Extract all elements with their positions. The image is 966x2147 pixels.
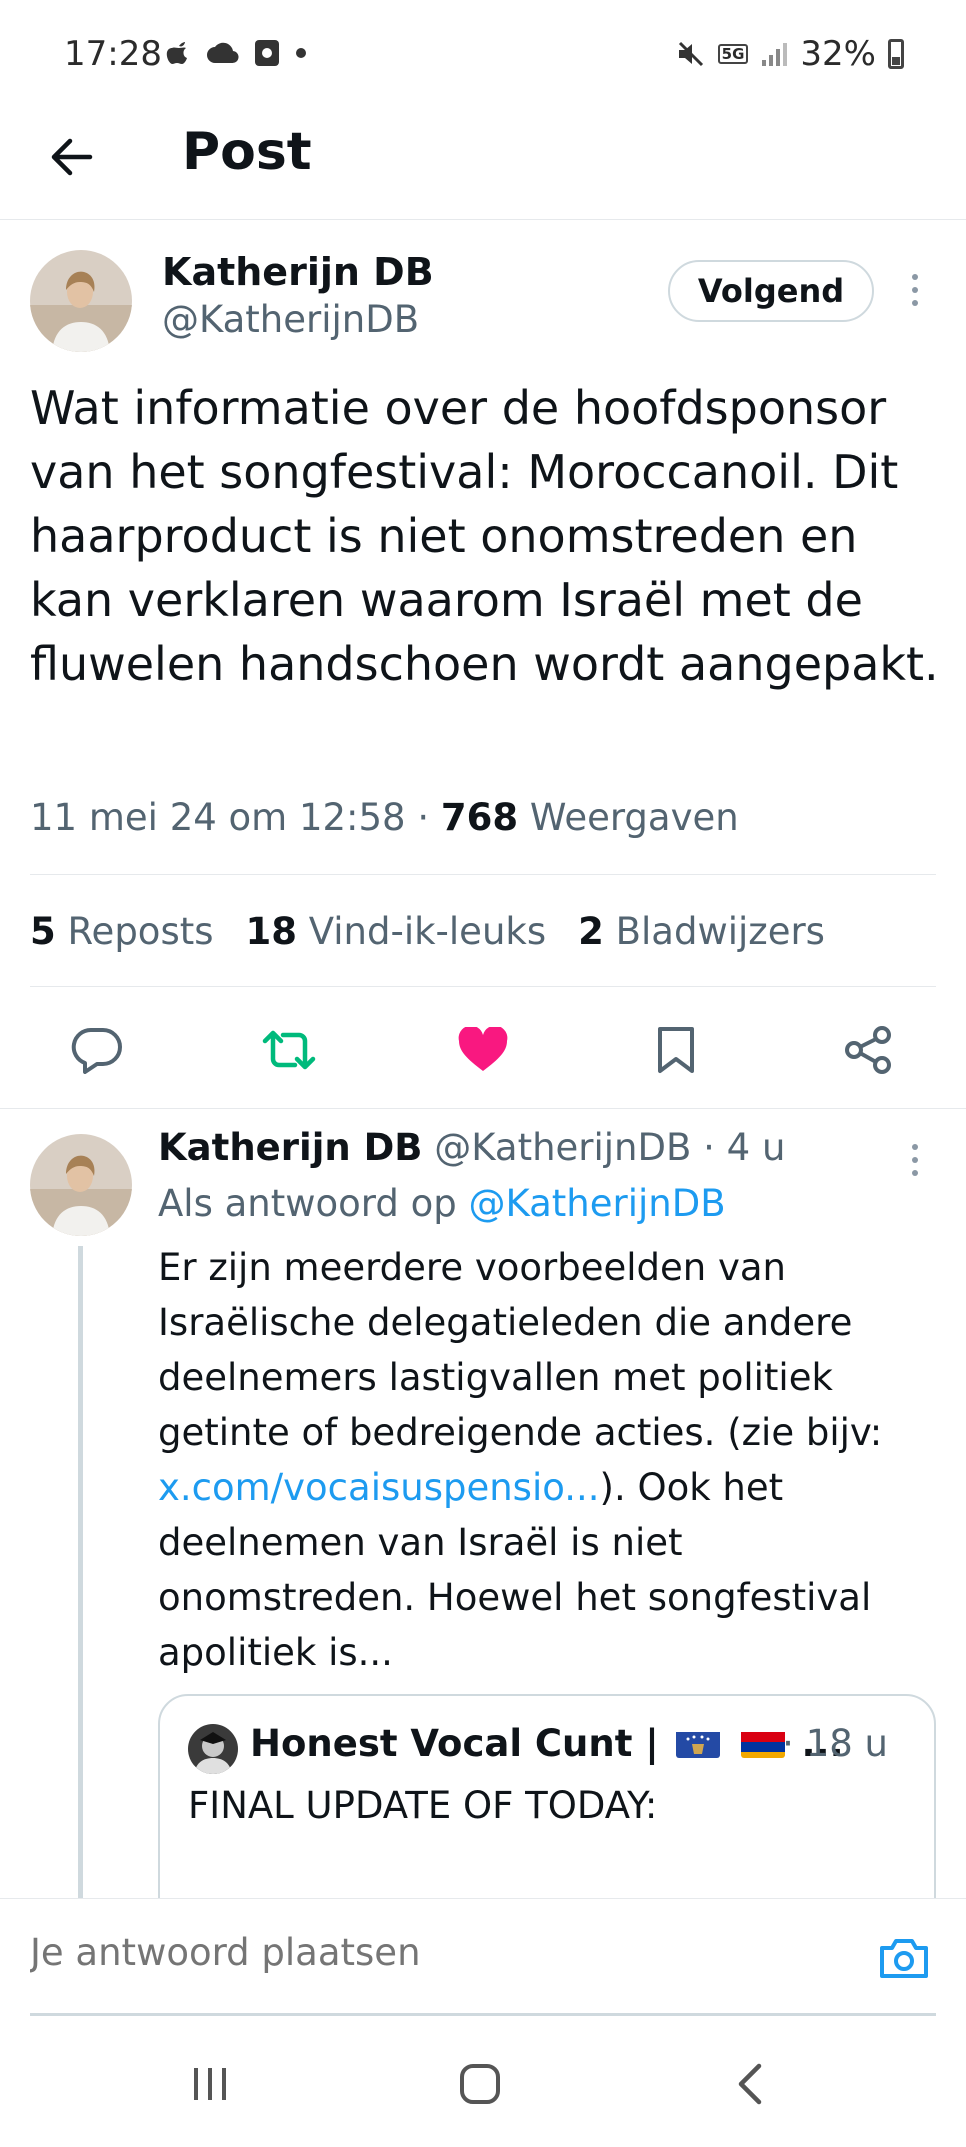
back-icon	[738, 2063, 762, 2105]
more-vertical-icon	[912, 1144, 918, 1150]
camera-button[interactable]	[876, 1933, 932, 1983]
like-icon	[458, 1027, 508, 1071]
cloud-icon	[207, 42, 239, 64]
input-underline	[30, 2013, 936, 2016]
avatar-image	[30, 250, 132, 352]
system-back-button[interactable]	[710, 2054, 790, 2114]
post-timestamp[interactable]: 11 mei 24 om 12:58	[30, 796, 406, 839]
author-handle[interactable]: @KatherijnDB	[162, 298, 419, 341]
more-dot	[912, 1170, 918, 1176]
back-button[interactable]	[38, 124, 104, 190]
action-bar	[0, 1010, 966, 1090]
kosovo-flag-icon	[675, 1728, 720, 1758]
more-vertical-icon	[912, 274, 918, 280]
signal-icon	[762, 43, 788, 66]
replying-to: Als antwoord op @KatherijnDB	[158, 1182, 726, 1225]
replying-to-label: Als antwoord op	[158, 1182, 457, 1225]
likes-label: Vind-ik-leuks	[308, 910, 547, 953]
quote-author: Honest Vocal Cunt | ...	[250, 1722, 844, 1765]
status-time: 17:28	[64, 34, 162, 74]
post-text: Wat informatie over de hoofdsponsor van …	[30, 381, 939, 691]
system-navigation-bar	[0, 2018, 966, 2147]
thread-line	[78, 1246, 83, 1898]
reply-icon	[71, 1027, 122, 1074]
home-button[interactable]	[440, 2054, 520, 2114]
section-divider	[0, 1108, 966, 1109]
recents-icon	[194, 2068, 226, 2100]
views-count: 768	[440, 796, 519, 839]
recents-button[interactable]	[170, 2054, 250, 2114]
repost-button[interactable]	[254, 1010, 324, 1090]
reply-author-name[interactable]: Katherijn DB	[158, 1126, 423, 1169]
likes-count: 18	[245, 910, 298, 953]
quote-time: · 18 u	[782, 1722, 888, 1765]
engagement-stats: 5 Reposts 18 Vind-ik-leuks 2 Bladwijzers	[30, 910, 825, 953]
reply-button[interactable]	[62, 1010, 132, 1090]
share-button[interactable]	[834, 1010, 904, 1090]
repost-icon	[262, 1030, 316, 1070]
arrow-left-icon	[51, 138, 93, 176]
quote-avatar	[188, 1724, 238, 1774]
network-type: 5G	[717, 44, 749, 64]
battery-icon	[888, 39, 904, 69]
quote-text: FINAL UPDATE OF TODAY:	[188, 1784, 658, 1827]
views-label: Weergaven	[529, 796, 739, 839]
armenia-flag-icon	[740, 1728, 785, 1758]
quote-author-name: Honest Vocal Cunt |	[250, 1722, 659, 1765]
divider	[30, 986, 936, 987]
replying-to-handle[interactable]: @KatherijnDB	[469, 1182, 726, 1225]
system-status: 5G 32%	[676, 34, 904, 74]
more-dot	[912, 287, 918, 293]
reply-link[interactable]: x.com/vocaisuspensio...	[158, 1466, 600, 1509]
reply-text: Er zijn meerdere voorbeelden van Israëli…	[158, 1240, 948, 1680]
battery-percent: 32%	[800, 34, 876, 74]
camera-icon	[880, 1939, 928, 1978]
home-icon	[460, 2064, 500, 2104]
mute-icon	[678, 41, 703, 67]
reply-avatar[interactable]	[30, 1134, 132, 1236]
bookmark-icon	[658, 1027, 694, 1073]
square-app-icon	[255, 40, 279, 66]
dot-icon	[296, 48, 306, 58]
following-button[interactable]: Volgend	[668, 260, 874, 322]
reply-text-start: Er zijn meerdere voorbeelden van Israëli…	[158, 1246, 883, 1454]
reply-more-options-button[interactable]	[900, 1140, 930, 1180]
divider	[30, 874, 936, 875]
bookmarks-count: 2	[578, 910, 604, 953]
more-dot	[912, 1157, 918, 1163]
post-screen: 17:28 5G 32% Post Katherijn DB @Katherij…	[0, 0, 966, 2147]
reposts-stat[interactable]: 5 Reposts	[30, 910, 214, 953]
avatar-image	[188, 1724, 238, 1774]
author-name[interactable]: Katherijn DB	[162, 250, 434, 294]
top-app-bar: Post	[0, 110, 966, 220]
reposts-label: Reposts	[67, 910, 214, 953]
reply-author-handle[interactable]: @KatherijnDB	[434, 1126, 691, 1169]
avatar[interactable]	[30, 250, 132, 352]
bookmarks-stat[interactable]: 2 Bladwijzers	[578, 910, 825, 953]
reposts-count: 5	[30, 910, 56, 953]
reply-input[interactable]	[30, 1931, 850, 1974]
page-title: Post	[182, 122, 312, 182]
status-bar: 17:28 5G 32%	[0, 0, 966, 110]
avatar-image	[30, 1134, 132, 1236]
reply-composer	[0, 1898, 966, 2018]
notification-icons	[166, 38, 308, 68]
meta-separator: ·	[417, 796, 430, 839]
apple-icon	[166, 42, 187, 64]
reply-time: · 4 u	[703, 1126, 786, 1169]
likes-stat[interactable]: 18 Vind-ik-leuks	[246, 910, 547, 953]
share-icon	[845, 1026, 891, 1074]
bookmarks-label: Bladwijzers	[615, 910, 825, 953]
reply-header: Katherijn DB @KatherijnDB · 4 u	[158, 1126, 785, 1169]
bookmark-button[interactable]	[641, 1010, 711, 1090]
like-button[interactable]	[448, 1010, 518, 1090]
post-meta: 11 mei 24 om 12:58 · 768 Weergaven	[30, 796, 739, 839]
more-dot	[912, 300, 918, 306]
more-options-button[interactable]	[900, 268, 930, 312]
